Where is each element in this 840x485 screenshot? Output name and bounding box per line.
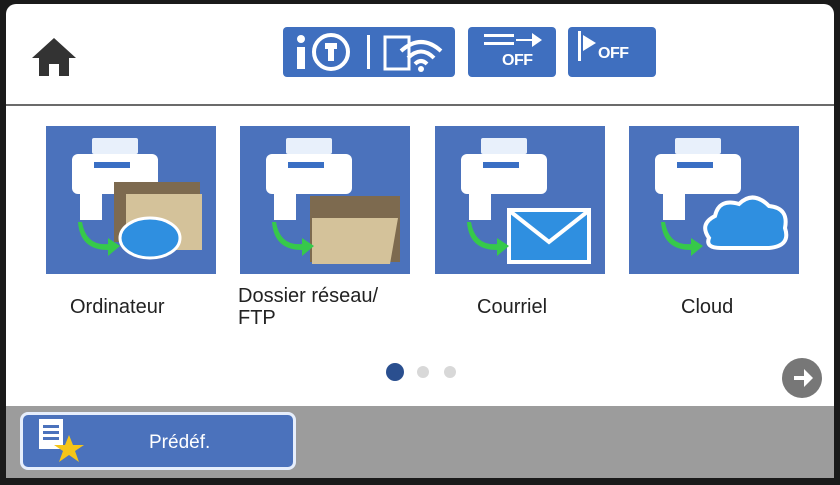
header-divider xyxy=(6,104,834,106)
tile-cloud[interactable] xyxy=(629,126,799,274)
bottom-bar: Prédéf. xyxy=(6,406,834,478)
tile-dossier-reseau[interactable] xyxy=(240,126,410,274)
label-courriel: Courriel xyxy=(477,296,548,318)
label-cloud: Cloud xyxy=(681,296,734,318)
tile-ordinateur[interactable] xyxy=(46,126,216,274)
printer-to-email-icon xyxy=(461,138,591,264)
transmit-arrow-icon xyxy=(484,33,542,47)
receive-icon xyxy=(578,31,596,61)
auto-receive-off-label: OFF xyxy=(598,45,629,62)
printer-to-folder-icon xyxy=(266,138,400,264)
page-dot-2 xyxy=(417,366,429,378)
presets-label: Prédéf. xyxy=(149,432,211,453)
connectivity-status-button[interactable] xyxy=(283,27,455,77)
page-dot-3 xyxy=(444,366,456,378)
document-star-icon xyxy=(39,419,84,462)
top-bar: OFF OFF xyxy=(6,4,834,104)
page-dot-1 xyxy=(386,363,404,381)
home-icon xyxy=(32,38,76,76)
label-ordinateur: Ordinateur xyxy=(70,296,165,318)
fax-send-off-button[interactable]: OFF xyxy=(468,27,556,77)
auto-receive-off-button[interactable]: OFF xyxy=(568,27,656,77)
fax-send-off-label: OFF xyxy=(502,52,533,69)
page-indicator xyxy=(384,363,464,386)
printer-to-folder-and-cloud-icon xyxy=(72,138,202,260)
tile-courriel[interactable] xyxy=(435,126,605,274)
label-dossier-reseau: Dossier réseau/ FTP xyxy=(238,285,379,329)
home-button[interactable] xyxy=(30,34,78,80)
next-page-button[interactable] xyxy=(782,358,822,398)
printer-to-cloud-icon xyxy=(655,138,789,256)
arrow-right-icon xyxy=(794,369,813,387)
control-panel: OFF OFF Ordinateur Dossier réseau/ FTP C… xyxy=(6,4,834,478)
presets-button[interactable]: Prédéf. xyxy=(20,412,296,470)
wifi-icon xyxy=(383,35,443,72)
status-separator xyxy=(367,35,370,69)
info-network-icon xyxy=(297,33,350,71)
screen: OFF OFF Ordinateur Dossier réseau/ FTP C… xyxy=(0,0,840,485)
